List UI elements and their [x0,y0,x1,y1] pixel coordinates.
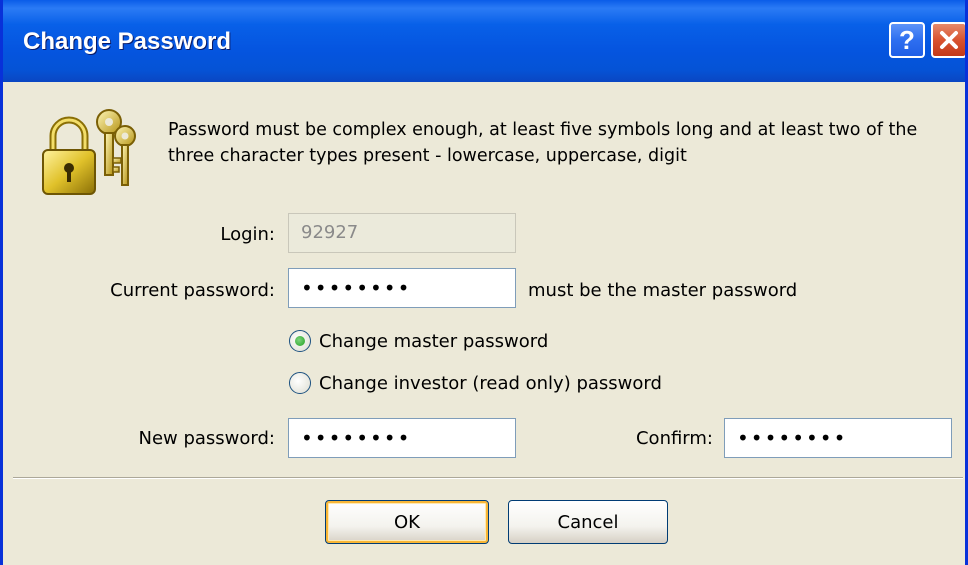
radio-change-investor[interactable]: Change investor (read only) password [289,372,662,394]
divider [13,477,963,479]
current-password-hint: must be the master password [528,280,798,301]
radio-selected-icon[interactable] [289,330,311,352]
ok-button[interactable]: OK [325,500,489,544]
login-label: Login: [220,224,275,245]
radio-unselected-icon[interactable] [289,372,311,394]
help-icon: ? [899,24,915,55]
change-password-dialog: Change Password ? Password must be compl… [0,0,968,565]
current-password-input[interactable]: •••••••• [288,268,516,308]
cancel-button[interactable]: Cancel [508,500,668,544]
dialog-title: Change Password [23,28,232,55]
password-requirements-text: Password must be complex enough, at leas… [168,120,918,166]
close-button[interactable] [931,22,965,58]
confirm-label: Confirm: [635,428,713,449]
title-bar[interactable]: Change Password ? [3,0,965,82]
help-button[interactable]: ? [889,22,925,58]
new-password-label: New password: [138,428,275,449]
radio-change-investor-label: Change investor (read only) password [319,372,662,394]
login-field: 92927 [288,213,516,253]
new-password-input[interactable]: •••••••• [288,418,516,458]
current-password-label: Current password: [110,280,275,301]
confirm-password-input[interactable]: •••••••• [724,418,952,458]
radio-change-master-label: Change master password [319,330,549,352]
close-icon [940,31,958,49]
radio-change-master[interactable]: Change master password [289,330,548,352]
lock-with-keys-icon [42,109,136,195]
